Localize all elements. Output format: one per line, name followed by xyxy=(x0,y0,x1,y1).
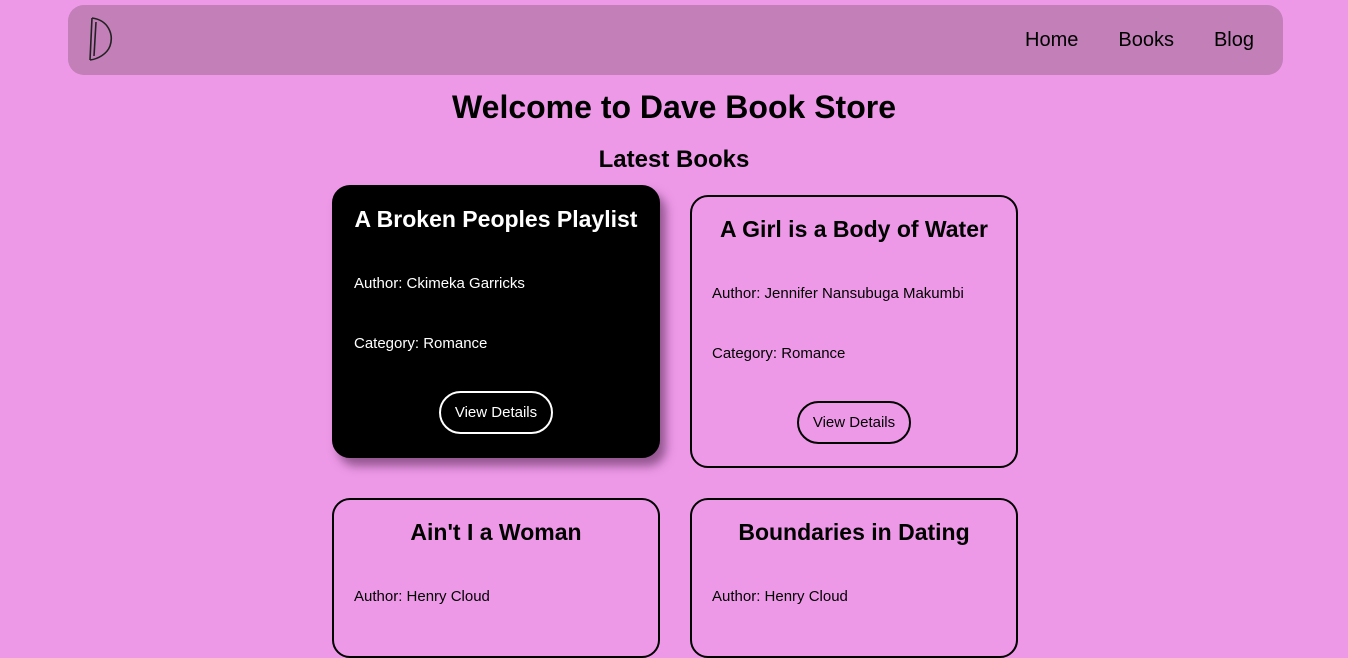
book-author: Author: Ckimeka Garricks xyxy=(354,275,525,292)
book-title: Boundaries in Dating xyxy=(738,519,970,545)
nav-link-books[interactable]: Books xyxy=(1118,29,1174,52)
book-author: Author: Jennifer Nansubuga Makumbi xyxy=(712,285,964,302)
nav-link-home[interactable]: Home xyxy=(1025,29,1078,52)
book-card[interactable]: A Girl is a Body of Water Author: Jennif… xyxy=(690,195,1018,468)
book-category: Category: Romance xyxy=(712,345,846,362)
logo-icon[interactable] xyxy=(86,14,114,64)
nav-link-blog[interactable]: Blog xyxy=(1214,29,1254,52)
book-author: Author: Henry Cloud xyxy=(354,588,490,605)
section-title: Latest Books xyxy=(598,146,750,173)
view-details-button[interactable]: View Details xyxy=(438,391,554,434)
book-author: Author: Henry Cloud xyxy=(712,588,848,605)
view-details-button[interactable]: View Details xyxy=(796,401,912,444)
book-category: Category: Romance xyxy=(354,335,488,352)
book-card[interactable]: A Broken Peoples Playlist Author: Ckimek… xyxy=(332,185,660,458)
book-title: Ain't I a Woman xyxy=(410,519,582,545)
book-card[interactable]: Ain't I a Woman Author: Henry Cloud xyxy=(332,498,660,658)
book-title: A Broken Peoples Playlist xyxy=(354,206,638,232)
navbar: Home Books Blog xyxy=(68,5,1283,75)
book-card[interactable]: Boundaries in Dating Author: Henry Cloud xyxy=(690,498,1018,658)
nav-links: Home Books Blog xyxy=(1025,29,1254,52)
book-title: A Girl is a Body of Water xyxy=(720,216,988,242)
page-title: Welcome to Dave Book Store xyxy=(452,89,896,125)
